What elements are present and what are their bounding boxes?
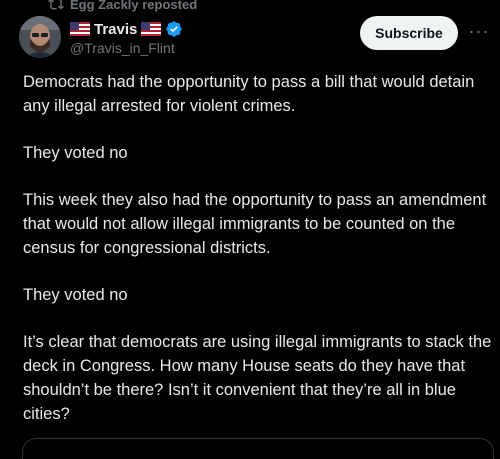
repost-text: Egg Zackly reposted xyxy=(70,0,198,12)
quoted-card-edge[interactable] xyxy=(22,438,494,459)
us-flag-icon xyxy=(70,22,90,36)
post-paragraph: They voted no xyxy=(23,144,128,162)
avatar-photo xyxy=(19,16,61,58)
post-text: Democrats had the opportunity to pass a … xyxy=(23,70,493,449)
verified-badge-icon[interactable] xyxy=(165,20,183,38)
subscribe-button[interactable]: Subscribe xyxy=(360,16,458,50)
author-name[interactable]: Travis xyxy=(94,21,137,38)
post-paragraph: It’s clear that democrats are using ille… xyxy=(23,333,492,423)
us-flag-icon xyxy=(141,22,162,36)
post-paragraph: They voted no xyxy=(23,286,128,304)
post-paragraph: This week they also had the opportunity … xyxy=(23,191,487,257)
repost-icon xyxy=(48,0,64,10)
author-handle[interactable]: @Travis_in_Flint xyxy=(70,40,175,56)
author-name-row[interactable]: Travis xyxy=(70,18,183,40)
more-options-icon[interactable]: ··· xyxy=(468,20,490,42)
post-paragraph: Democrats had the opportunity to pass a … xyxy=(23,73,475,115)
repost-indicator[interactable]: Egg Zackly reposted xyxy=(48,0,197,13)
avatar[interactable] xyxy=(19,16,61,58)
